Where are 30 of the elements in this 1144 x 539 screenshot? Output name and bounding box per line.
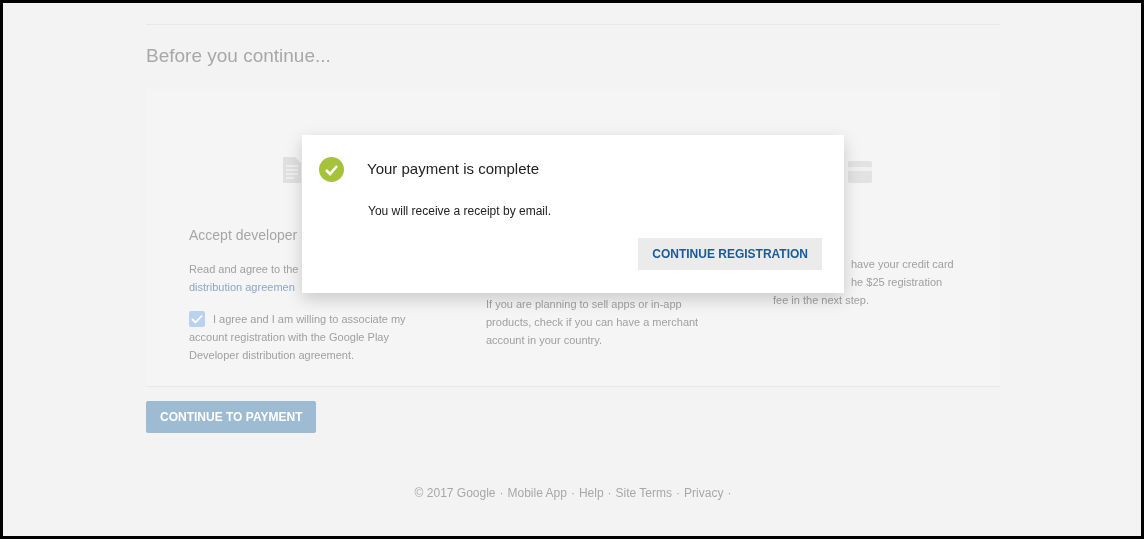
description-text: have your credit card: [851, 256, 954, 272]
agreement-text: Developer distribution agreement.: [189, 347, 355, 363]
agreement-text: I agree and I am willing to associate my: [213, 311, 406, 327]
separator-dot: ·: [570, 484, 575, 502]
separator-dot: ·: [676, 484, 681, 502]
description-text: distribution agreemen: [189, 279, 295, 295]
description-text: fee in the next step.: [773, 292, 869, 308]
footer-link[interactable]: Privacy: [684, 483, 724, 502]
description-text: Read and agree to the: [189, 261, 299, 277]
checkmark-icon: [191, 313, 203, 324]
footer-link[interactable]: Site Terms: [615, 483, 673, 502]
copyright-text: © 2017 Google: [414, 484, 496, 502]
credit-card-icon: [848, 160, 872, 183]
continue-registration-button[interactable]: CONTINUE REGISTRATION: [638, 238, 822, 270]
success-check-icon: [319, 157, 344, 182]
separator-dot: ·: [607, 484, 612, 502]
separator-dot: ·: [727, 484, 732, 502]
separator-dot: ·: [499, 484, 504, 502]
column-title: Accept developer: [189, 225, 299, 245]
footer-link[interactable]: Mobile App: [507, 483, 567, 502]
dialog-message: You will receive a receipt by email.: [368, 203, 552, 220]
agreement-text: account registration with the Google Play: [189, 329, 389, 345]
description-text: products, check if you can have a merchant: [486, 314, 699, 330]
description-text: If you are planning to sell apps or in-app: [486, 296, 682, 312]
checkbox[interactable]: [189, 310, 205, 327]
page-heading: Before you continue...: [146, 44, 332, 68]
dialog-title: Your payment is complete: [367, 159, 540, 180]
footer-link[interactable]: Help: [578, 483, 604, 502]
description-text: account in your country.: [486, 332, 602, 348]
description-text: he $25 registration: [851, 274, 943, 290]
